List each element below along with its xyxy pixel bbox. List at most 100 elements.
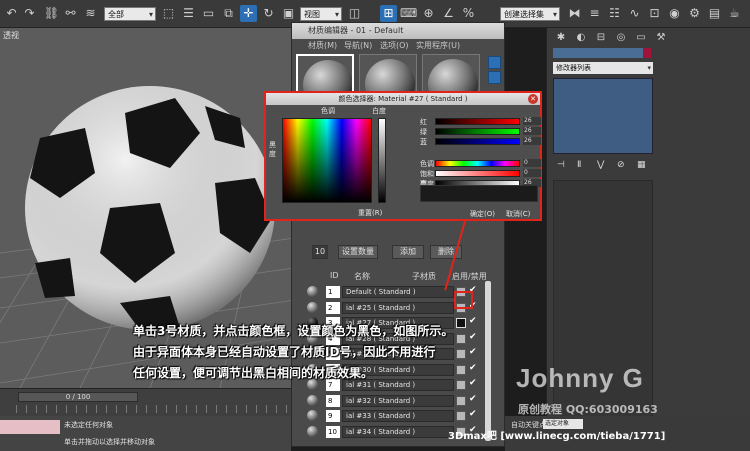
remove-modifier-icon[interactable]: ⊘ bbox=[617, 160, 625, 170]
rendered-frame-icon[interactable]: ▤ bbox=[706, 5, 723, 22]
whiteness-label: 白度 bbox=[372, 107, 386, 115]
color-spinner[interactable]: 26 bbox=[523, 117, 541, 125]
sub-material-button[interactable]: ial #32 ( Standard ) bbox=[342, 394, 454, 407]
hue-blackness-picker[interactable] bbox=[282, 118, 372, 203]
sub-material-button[interactable]: ial #25 ( Standard ) bbox=[342, 301, 454, 314]
material-id-field[interactable]: 10 bbox=[326, 425, 340, 438]
soccer-ball[interactable] bbox=[25, 86, 275, 330]
material-id-field[interactable]: 8 bbox=[326, 394, 340, 407]
selection-filter-dropdown[interactable]: 全部 bbox=[104, 7, 156, 22]
create-tab-icon[interactable]: ✱ bbox=[553, 31, 569, 44]
set-count-button[interactable]: 设置数量 bbox=[338, 245, 378, 259]
reference-coord-dropdown[interactable]: 视图 bbox=[300, 7, 342, 22]
schematic-view-icon[interactable]: ⊡ bbox=[646, 5, 663, 22]
layer-manager-icon[interactable]: ☷ bbox=[606, 5, 623, 22]
sub-material-button[interactable]: ial #33 ( Standard ) bbox=[342, 410, 454, 422]
named-selection-dropdown[interactable]: 创建选择集 bbox=[500, 7, 560, 22]
material-preview-ball bbox=[307, 425, 318, 437]
cancel-button[interactable]: 取消(C) bbox=[506, 209, 530, 219]
enable-checkbox[interactable]: ✔ bbox=[469, 394, 479, 406]
color-spinner[interactable]: 26 bbox=[523, 127, 541, 135]
keyboard-shortcut-icon[interactable]: ⌨ bbox=[400, 5, 417, 22]
timeline: 0 / 100 bbox=[0, 388, 291, 416]
make-unique-icon[interactable]: ⋁ bbox=[597, 160, 604, 170]
slider-label: 红 bbox=[420, 118, 427, 126]
material-editor-icon[interactable]: ◉ bbox=[666, 5, 683, 22]
ok-button[interactable]: 确定(O) bbox=[470, 209, 495, 219]
window-crossing-icon[interactable]: ⧉ bbox=[220, 5, 237, 22]
hierarchy-tab-icon[interactable]: ⊟ bbox=[593, 31, 609, 44]
undo-icon[interactable]: ↶ bbox=[3, 5, 20, 22]
mirror-icon[interactable]: ⧓ bbox=[566, 5, 583, 22]
viewport-label[interactable]: 透视 bbox=[3, 30, 19, 41]
material-preview-ball bbox=[307, 301, 318, 313]
angle-snap-icon[interactable]: ∠ bbox=[440, 5, 457, 22]
link-icon[interactable]: ⛓ bbox=[43, 5, 60, 22]
color-spinner[interactable]: 26 bbox=[523, 137, 541, 145]
select-move-icon[interactable]: ✛ bbox=[240, 5, 257, 22]
status-prompt-text: 单击并拖动以选择并移动对象 bbox=[64, 438, 155, 446]
rect-region-icon[interactable]: ▭ bbox=[200, 5, 217, 22]
whiteness-slider[interactable] bbox=[378, 118, 386, 203]
diffuse-color-swatch[interactable] bbox=[456, 411, 466, 421]
modifier-stack[interactable] bbox=[553, 78, 653, 154]
object-name-field[interactable] bbox=[553, 48, 645, 58]
enable-checkbox[interactable]: ✔ bbox=[469, 409, 479, 421]
pin-stack-icon[interactable]: ⊣ bbox=[557, 160, 565, 170]
menu-options[interactable]: 选项(O) bbox=[380, 40, 409, 51]
material-id-field[interactable]: 1 bbox=[326, 286, 340, 298]
material-row-8[interactable]: 8 ial #32 ( Standard ) ✔ bbox=[304, 394, 482, 408]
color-slider[interactable] bbox=[435, 138, 520, 145]
select-scale-icon[interactable]: ▣ bbox=[280, 5, 297, 22]
sub-material-button[interactable]: ial #34 ( Standard ) bbox=[342, 425, 454, 438]
bind-spacewarp-icon[interactable]: ≋ bbox=[82, 5, 99, 22]
configure-sets-icon[interactable]: ▦ bbox=[637, 160, 646, 170]
select-manipulate-icon[interactable]: ⊞ bbox=[380, 5, 397, 22]
align-icon[interactable]: ≡ bbox=[586, 5, 603, 22]
sub-material-button[interactable]: Default ( Standard ) bbox=[342, 286, 454, 298]
render-icon[interactable]: ☕ bbox=[726, 5, 743, 22]
material-count-field[interactable]: 10 bbox=[312, 245, 328, 259]
color-slider[interactable] bbox=[435, 128, 520, 135]
menu-material[interactable]: 材质(M) bbox=[308, 40, 337, 51]
close-icon[interactable]: ✕ bbox=[528, 94, 538, 104]
time-slider[interactable]: 0 / 100 bbox=[18, 392, 138, 402]
backlight-icon[interactable] bbox=[488, 71, 501, 84]
material-editor-menubar: 材质(M) 导航(N) 选项(O) 实用程序(U) bbox=[292, 39, 504, 52]
material-id-field[interactable]: 2 bbox=[326, 301, 340, 314]
object-color-swatch[interactable] bbox=[643, 48, 651, 58]
snap-icon[interactable]: ⊕ bbox=[420, 5, 437, 22]
color-slider[interactable] bbox=[435, 118, 520, 125]
select-by-name-icon[interactable]: ☰ bbox=[180, 5, 197, 22]
motion-tab-icon[interactable]: ◎ bbox=[613, 31, 629, 44]
pivot-icon[interactable]: ◫ bbox=[346, 5, 363, 22]
curve-editor-icon[interactable]: ∿ bbox=[626, 5, 643, 22]
menu-navigation[interactable]: 导航(N) bbox=[344, 40, 372, 51]
show-end-result-icon[interactable]: Ⅱ bbox=[577, 160, 581, 170]
track-bar[interactable] bbox=[16, 405, 288, 413]
menu-utilities[interactable]: 实用程序(U) bbox=[416, 40, 460, 51]
utilities-tab-icon[interactable]: ⚒ bbox=[653, 31, 669, 44]
color-spinner[interactable]: 0 bbox=[523, 169, 541, 177]
material-id-field[interactable]: 9 bbox=[326, 410, 340, 422]
material-editor-title: 材质编辑器 - 01 - Default bbox=[292, 23, 504, 39]
color-spinner[interactable]: 0 bbox=[523, 159, 541, 167]
modifier-list-dropdown[interactable]: 修改器列表 bbox=[553, 62, 653, 74]
diffuse-color-swatch[interactable] bbox=[456, 395, 466, 406]
select-rotate-icon[interactable]: ↻ bbox=[260, 5, 277, 22]
add-button[interactable]: 添加 bbox=[392, 245, 424, 259]
color-slider[interactable] bbox=[435, 160, 520, 167]
unlink-icon[interactable]: ⚯ bbox=[62, 5, 79, 22]
watermark-subtitle: 原创教程 QQ:603009163 bbox=[518, 403, 658, 416]
percent-snap-icon[interactable]: % bbox=[460, 5, 477, 22]
select-object-icon[interactable]: ⬚ bbox=[160, 5, 177, 22]
material-row-9[interactable]: 9 ial #33 ( Standard ) ✔ bbox=[304, 409, 482, 423]
redo-icon[interactable]: ↷ bbox=[21, 5, 38, 22]
modify-tab-icon[interactable]: ◐ bbox=[573, 31, 589, 44]
reset-button[interactable]: 重置(R) bbox=[358, 208, 382, 218]
color-slider[interactable] bbox=[435, 170, 520, 177]
sample-type-icon[interactable] bbox=[488, 56, 501, 69]
maxscript-listener[interactable] bbox=[0, 420, 60, 434]
display-tab-icon[interactable]: ▭ bbox=[633, 31, 649, 44]
render-setup-icon[interactable]: ⚙ bbox=[686, 5, 703, 22]
